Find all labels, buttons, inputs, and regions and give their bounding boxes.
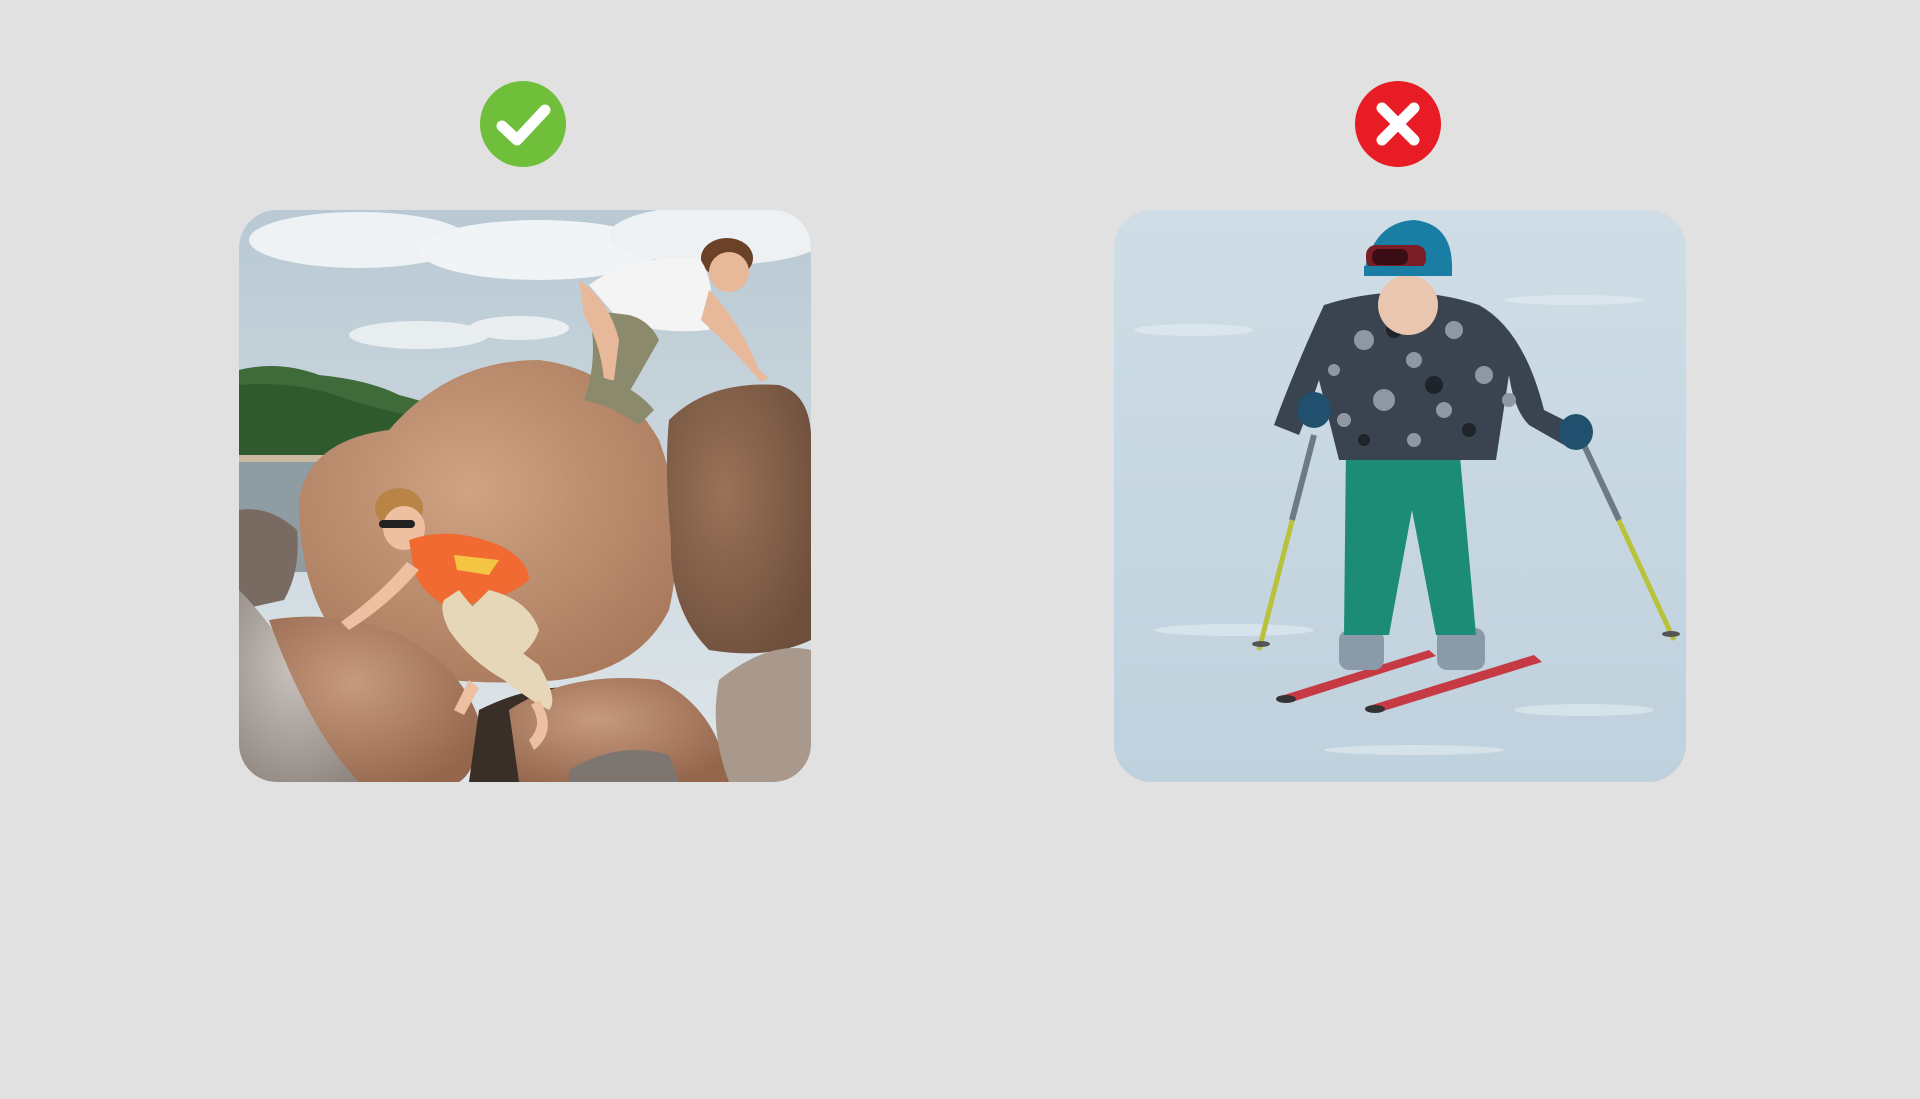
child-skiing-photo (1114, 210, 1686, 782)
check-circle-icon (480, 81, 566, 167)
children-climbing-rocks-photo (239, 210, 811, 782)
x-circle-icon (1355, 81, 1441, 167)
incorrect-option (1114, 0, 1686, 1099)
comparison-canvas (0, 0, 1920, 1099)
correct-option (239, 0, 811, 1099)
